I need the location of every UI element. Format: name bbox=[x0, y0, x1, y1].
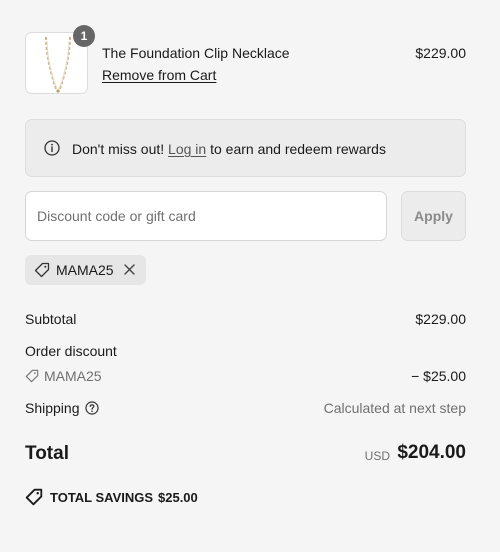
tag-icon bbox=[34, 262, 50, 278]
product-price: $229.00 bbox=[415, 45, 466, 61]
shipping-value: Calculated at next step bbox=[323, 400, 466, 416]
subtotal-label: Subtotal bbox=[25, 311, 77, 327]
remove-from-cart-link[interactable]: Remove from Cart bbox=[102, 67, 216, 83]
total-savings: TOTAL SAVINGS $25.00 bbox=[25, 488, 325, 508]
applied-discount-chip: MAMA25 bbox=[25, 255, 146, 285]
tag-icon bbox=[25, 369, 39, 383]
discount-amount: − $25.00 bbox=[411, 368, 466, 384]
subtotal-row: Subtotal $229.00 bbox=[25, 311, 466, 327]
total-label: Total bbox=[25, 443, 69, 464]
cart-line-item: 1 The Foundation Clip Necklace Remove fr… bbox=[25, 25, 466, 94]
product-name: The Foundation Clip Necklace bbox=[102, 45, 290, 61]
order-discount-row: Order discount bbox=[25, 343, 466, 359]
savings-label: TOTAL SAVINGS bbox=[50, 490, 154, 505]
total-row: Total USD $204.00 bbox=[25, 441, 466, 467]
quantity-badge: 1 bbox=[73, 25, 95, 47]
total-value: $204.00 bbox=[397, 442, 466, 463]
subtotal-value: $229.00 bbox=[415, 311, 466, 327]
savings-amount: $25.00 bbox=[158, 490, 198, 505]
discount-code-input[interactable] bbox=[25, 191, 387, 241]
tag-icon bbox=[25, 488, 43, 506]
rewards-message: Don't miss out! Log in to earn and redee… bbox=[72, 141, 386, 157]
order-discount-label: Order discount bbox=[25, 343, 117, 359]
applied-code-label: MAMA25 bbox=[56, 262, 114, 278]
currency-code: USD bbox=[364, 449, 390, 463]
help-icon[interactable] bbox=[85, 401, 99, 415]
info-icon bbox=[44, 140, 60, 156]
discount-code-label: MAMA25 bbox=[44, 368, 102, 384]
shipping-row: Shipping Calculated at next step bbox=[25, 400, 466, 416]
login-link[interactable]: Log in bbox=[168, 141, 206, 157]
rewards-prefix: Don't miss out! bbox=[72, 141, 169, 157]
rewards-banner: Don't miss out! Log in to earn and redee… bbox=[25, 119, 466, 177]
shipping-label: Shipping bbox=[25, 400, 80, 416]
rewards-suffix: to earn and redeem rewards bbox=[206, 141, 386, 157]
close-icon[interactable] bbox=[123, 263, 136, 276]
apply-button[interactable]: Apply bbox=[401, 191, 466, 241]
